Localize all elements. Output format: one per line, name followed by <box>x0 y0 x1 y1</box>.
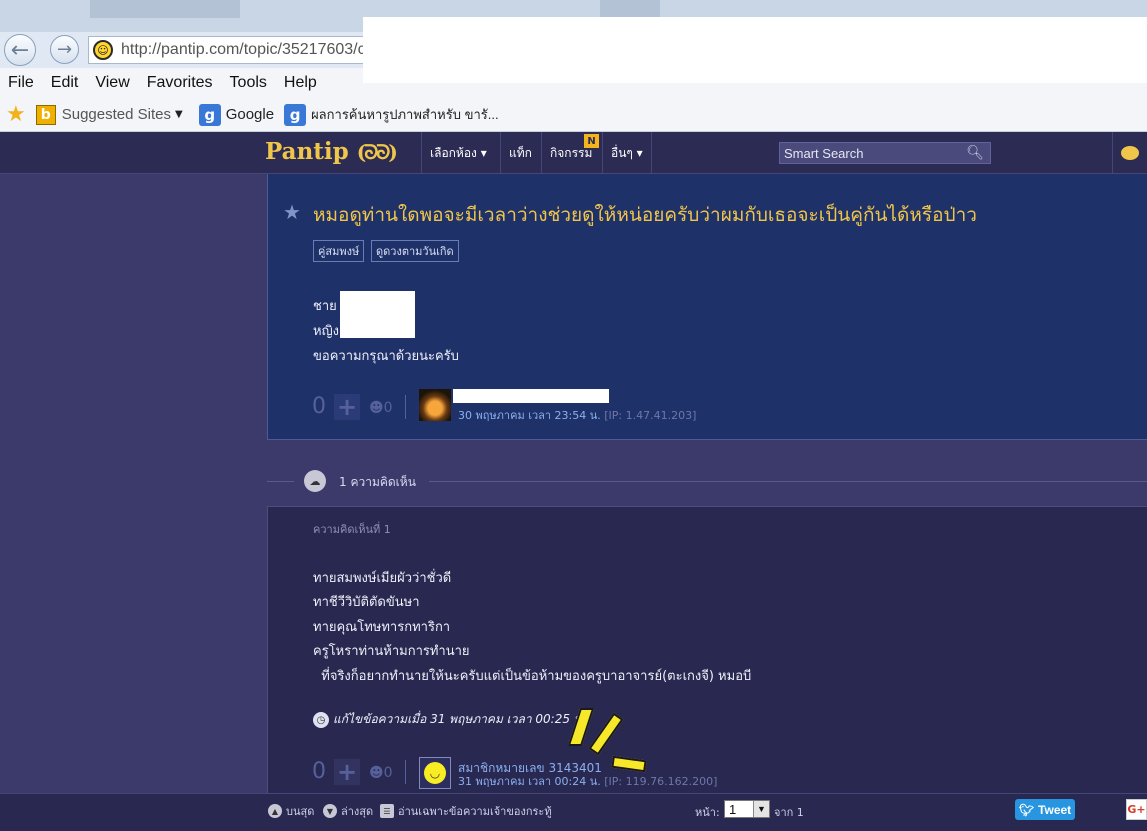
tweet-button[interactable]: 🐦︎ Tweet <box>1015 799 1075 820</box>
comments-count: 1 ความคิดเห็น <box>339 475 416 489</box>
forward-arrow-icon[interactable]: → <box>50 35 79 64</box>
bing-icon: b <box>35 104 56 125</box>
arrow-up-icon: ▲ <box>268 804 282 818</box>
logo-mark: (ᘐᘐ) <box>356 140 398 164</box>
divider <box>405 760 406 784</box>
blurred-tab[interactable] <box>90 0 240 18</box>
google-icon: g <box>198 103 221 126</box>
logo-text: Pantip <box>265 138 349 165</box>
arrow-down-icon: ▼ <box>323 804 337 818</box>
menu-file[interactable]: File <box>8 74 34 92</box>
comment-meta: 31 พฤษภาคม เวลา 00:24 น. [IP: 119.76.162… <box>458 772 717 790</box>
topic-title: หมอดูท่านใดพอจะมีเวลาว่างช่วยดูให้หน่อยค… <box>313 204 977 226</box>
menu-edit[interactable]: Edit <box>51 74 79 92</box>
chat-icon[interactable] <box>1112 132 1147 174</box>
favorite-star-icon[interactable]: ★ <box>283 200 301 224</box>
page-value: 1 <box>729 801 737 817</box>
comment-emotion-count: 0 <box>383 765 393 781</box>
favorites-bar: ★ b Suggested Sites ▼ g Google g ผลการค้… <box>0 98 1147 132</box>
scroll-top-button[interactable]: ▲ บนสุด <box>268 802 314 820</box>
smart-search-input[interactable]: Smart Search 🔍︎ <box>779 142 991 164</box>
comments-divider-right <box>429 481 1147 482</box>
comment-ip: [IP: 119.76.162.200] <box>604 775 718 788</box>
suggested-sites-link[interactable]: Suggested Sites <box>62 106 171 123</box>
comment-line: ที่จริงก็อยากทำนายให้นะครับแต่เป็นข้อห้า… <box>313 669 752 684</box>
nav-more[interactable]: อื่นๆ ▾ <box>602 132 652 174</box>
google-icon: g <box>284 103 307 126</box>
image-search-link[interactable]: ผลการค้นหารูปภาพสำหรับ ขารั... <box>311 104 499 125</box>
divider <box>405 395 406 419</box>
owner-only-button[interactable]: ☰ อ่านเฉพาะข้อความเจ้าของกระทู้ <box>380 802 552 820</box>
twitter-icon: 🐦︎ <box>1018 802 1035 817</box>
nav-select-room[interactable]: เลือกห้อง ▾ <box>421 132 495 174</box>
tag-couple[interactable]: คู่สมพงษ์ <box>313 240 365 262</box>
edit-note: แก้ไขข้อความเมื่อ 31 พฤษภาคม เวลา 00:25 … <box>333 712 586 726</box>
topic-emotion-count: 0 <box>383 400 393 416</box>
owner-icon: ☰ <box>380 804 394 818</box>
page-total: จาก 1 <box>774 806 804 819</box>
page-label: หน้า: <box>695 806 720 819</box>
smiley-icon: ◡ <box>424 762 446 784</box>
topic-emotion[interactable]: ☻0 <box>369 400 393 416</box>
comment-line: ทายคุณโทษทารกทาริกา <box>313 620 451 635</box>
tweet-label: Tweet <box>1038 802 1072 817</box>
tag-birthday[interactable]: ดูดวงตามวันเกิด <box>371 240 459 262</box>
chevron-down-icon: ▼ <box>753 801 769 817</box>
scroll-top-label: บนสุด <box>286 805 315 818</box>
comment-line: ครูโหราท่านห้ามการทำนาย <box>313 644 470 659</box>
plus-vote-icon[interactable]: + <box>334 758 360 786</box>
menu-tools[interactable]: Tools <box>230 74 267 92</box>
menu-view[interactable]: View <box>95 74 129 92</box>
topic-date: 30 พฤษภาคม เวลา 23:54 น. <box>458 409 601 422</box>
body-line-male: ชาย <box>313 299 337 314</box>
page-select[interactable]: 1 ▼ <box>724 800 770 818</box>
comment-vote-count: 0 <box>312 759 326 784</box>
comment-bubble-icon: ☁ <box>304 470 326 492</box>
scroll-bottom-button[interactable]: ▼ ล่างสุด <box>323 802 373 820</box>
topic-ip: [IP: 1.47.41.203] <box>604 409 697 422</box>
back-arrow-icon[interactable]: ← <box>4 34 36 66</box>
blurred-tab[interactable] <box>600 0 660 18</box>
menu-help[interactable]: Help <box>284 74 317 92</box>
favorites-star-icon[interactable]: ★ <box>6 102 26 127</box>
nav-tags[interactable]: แท็ก <box>500 132 540 174</box>
bottom-toolbar <box>0 793 1147 831</box>
body-line-request: ขอความกรุณาด้วยนะครับ <box>313 349 459 364</box>
comment-date: 31 พฤษภาคม เวลา 00:24 น. <box>458 775 601 788</box>
scroll-bottom-label: ล่างสุด <box>341 805 374 818</box>
redacted-area <box>363 17 1147 83</box>
comment-line: ทายสมพงษ์เมียผัวว่าชั่วดี <box>313 571 452 586</box>
body-line-female: หญิง <box>313 324 339 339</box>
address-url: http://pantip.com/topic/35217603/c <box>121 41 366 58</box>
menu-favorites[interactable]: Favorites <box>147 74 213 92</box>
google-link[interactable]: Google <box>226 106 274 123</box>
google-plus-button[interactable]: G+ <box>1126 799 1147 820</box>
comment-line: ทาชีวีวิบัติตัดขันษา <box>313 595 420 610</box>
topic-meta: 30 พฤษภาคม เวลา 23:54 น. [IP: 1.47.41.20… <box>458 406 696 424</box>
comments-divider-left <box>267 481 294 482</box>
clock-icon: ◷ <box>313 712 329 728</box>
pantip-logo[interactable]: Pantip (ᘐᘐ) <box>265 138 398 165</box>
topic-vote-count: 0 <box>312 394 326 419</box>
owner-only-label: อ่านเฉพาะข้อความเจ้าของกระทู้ <box>398 805 552 818</box>
redacted-birthdates <box>340 291 415 338</box>
search-icon[interactable]: 🔍︎ <box>966 145 984 161</box>
site-nav: Pantip (ᘐᘐ) เลือกห้อง ▾ แท็ก กิจกรรม N อ… <box>0 132 1147 174</box>
commenter-avatar[interactable]: ◡ <box>419 757 451 789</box>
comment-number: ความคิดเห็นที่ 1 <box>313 523 391 536</box>
new-badge: N <box>584 134 599 148</box>
author-avatar[interactable] <box>419 389 451 421</box>
comment-emotion[interactable]: ☻0 <box>369 765 393 781</box>
chevron-down-icon[interactable]: ▼ <box>175 109 183 120</box>
site-favicon-icon: ☺ <box>93 40 113 60</box>
plus-vote-icon[interactable]: + <box>334 393 360 421</box>
address-bar[interactable]: ☺ http://pantip.com/topic/35217603/c <box>88 36 378 64</box>
search-placeholder: Smart Search <box>784 145 864 161</box>
redacted-author-name <box>453 389 609 403</box>
